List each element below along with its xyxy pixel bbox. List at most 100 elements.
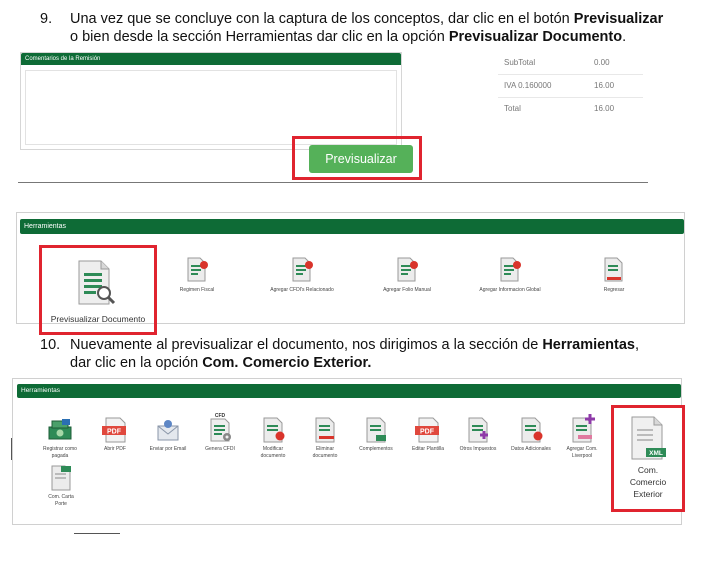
tool-editar-plantilla[interactable]: PDF Editar Plantilla (405, 417, 451, 453)
tool-label: Com. Carta (48, 494, 74, 500)
xml-icon-text: XML (649, 450, 663, 457)
tool-label: Registrar como (43, 446, 77, 452)
tool-label: Eliminar (315, 446, 335, 452)
tool-label: Editar Plantilla (412, 446, 444, 452)
divider (74, 533, 120, 534)
document-plus-icon (468, 417, 488, 443)
step-text-part: . (622, 29, 627, 45)
document-delete-icon (315, 417, 335, 443)
totals-label: SubTotal (504, 58, 536, 67)
step-text-bold: Com. Comercio Exterior. (202, 355, 372, 371)
tool-regimen-fiscal[interactable]: Regimen Fiscal (167, 257, 227, 294)
tool-label: Agregar Com. (566, 446, 598, 452)
totals-row: SubTotal 0.00 (498, 52, 643, 75)
preview-document-highlight[interactable]: Previsualizar Documento (39, 245, 157, 335)
document-plus-icon (572, 414, 595, 443)
step-text-part: Nuevamente al previsualizar el documento… (70, 337, 543, 353)
com-comercio-exterior-highlight[interactable]: XML Com. Comercio Exterior (611, 405, 685, 512)
tool-enviar-email[interactable]: Enviar por Email (143, 417, 193, 453)
tool-label: Complementos (359, 446, 393, 452)
pdf-icon: PDF (102, 417, 126, 443)
tools-panel-2: Herramientas Registrar como pagada PDF A… (12, 378, 685, 525)
totals-value: 16.00 (594, 81, 615, 90)
document-edit-icon (187, 257, 208, 282)
totals-row: Total 16.00 (498, 98, 643, 120)
document-add-icon (51, 465, 71, 491)
tool-agregar-informacion-global[interactable]: Agregar Informacion Global (467, 257, 553, 294)
tool-label: Porte (55, 501, 67, 507)
xml-document-icon: XML (631, 416, 666, 460)
tool-regresar[interactable]: Regresar (589, 257, 639, 294)
tools-panel-1: Herramientas Previsualizar Documento Reg… (16, 212, 685, 335)
step-text-part: dar clic en la opción (70, 355, 203, 371)
pdf-icon: PDF (415, 417, 439, 443)
preview-document-label: Previsualizar Documento (50, 314, 146, 324)
tool-complementos[interactable]: Complementos (353, 417, 399, 453)
step-10-instruction: 10. Nuevamente al previsualizar el docum… (40, 336, 720, 376)
document-edit-icon (500, 257, 521, 282)
tool-label: Otros Impuestos (459, 446, 497, 452)
pdf-icon-text: PDF (420, 429, 435, 436)
tool-modificar-documento[interactable]: Modificar documento (251, 417, 295, 460)
totals-value: 0.00 (594, 58, 610, 67)
tool-label: Agregar Informacion Global (479, 287, 541, 293)
divider (18, 182, 648, 183)
tool-agregar-folio-manual[interactable]: Agregar Folio Manual (372, 257, 442, 294)
step-number: 10. (40, 337, 61, 353)
cfd-icon-text: CFD (215, 413, 226, 419)
tool-registrar-pagada[interactable]: Registrar como pagada (35, 417, 85, 460)
preview-button-highlight: Previsualizar (292, 136, 422, 180)
tool-abrir-pdf[interactable]: PDF Abrir PDF (93, 417, 137, 453)
step-9-instruction: 9. Una vez que se concluye con la captur… (40, 10, 720, 50)
label-line: Com. (637, 465, 659, 475)
tool-genera-cfdi[interactable]: CFD Genera CFDI (198, 411, 242, 453)
totals-value: 16.00 (594, 104, 615, 113)
preview-document-icon (77, 260, 117, 306)
tool-agregar-com-liverpool[interactable]: Agregar Com. Liverpool (559, 413, 605, 460)
tool-datos-adicionales[interactable]: Datos Adicionales (507, 417, 555, 453)
document-edit-icon (397, 257, 418, 282)
step-text-bold: Previsualizar (573, 11, 664, 27)
tool-label: pagada (51, 453, 69, 459)
document-edit-icon (521, 417, 543, 443)
document-add-icon (366, 417, 386, 443)
tools-title: Herramientas (17, 384, 681, 398)
step-text: Nuevamente al previsualizar el documento… (70, 336, 720, 372)
label-line: Comercio (629, 477, 667, 487)
step-text-part: Una vez que se concluye con la captura d… (70, 11, 574, 27)
step-text-part: o bien desde la sección Herramientas dar… (70, 29, 449, 45)
tool-label: Enviar por Email (149, 446, 187, 452)
step-text-bold: Herramientas (542, 337, 635, 353)
comments-textarea[interactable] (25, 70, 397, 145)
money-icon (48, 419, 72, 440)
tool-label: Abrir PDF (104, 446, 126, 452)
cfdi-gear-icon: CFD (210, 413, 231, 442)
preview-button[interactable]: Previsualizar (309, 145, 413, 173)
tool-label: Datos Adicionales (511, 446, 551, 452)
tools-title: Herramientas (20, 219, 684, 234)
remision-screenshot: Comentarios de la Remisión SubTotal 0.00… (18, 48, 698, 188)
tool-agregar-cfdi-relacionado[interactable]: Agregar CFDI's Relacionado (262, 257, 342, 294)
tool-label: documento (312, 453, 338, 459)
comments-title: Comentarios de la Remisión (21, 53, 401, 65)
tool-label: Liverpool (571, 453, 593, 459)
tool-label: Genera CFDI (205, 446, 235, 452)
totals-label: Total (504, 104, 521, 113)
totals-table: SubTotal 0.00 IVA 0.160000 16.00 Total 1… (498, 52, 643, 120)
step-text: Una vez que se concluye con la captura d… (70, 10, 720, 46)
tool-label: Regresar (603, 287, 625, 293)
step-number: 9. (40, 11, 53, 27)
totals-row: IVA 0.160000 16.00 (498, 75, 643, 98)
document-edit-icon (263, 417, 285, 443)
pdf-icon-text: PDF (107, 429, 122, 436)
tool-label: documento (260, 453, 286, 459)
tool-otros-impuestos[interactable]: Otros Impuestos (455, 417, 501, 453)
email-icon (157, 420, 179, 441)
tool-label: Modificar (262, 446, 284, 452)
tool-com-carta-porte[interactable]: Com. Carta Porte (41, 465, 81, 508)
tool-label: Regimen Fiscal (179, 287, 215, 293)
tool-eliminar-documento[interactable]: Eliminar documento (303, 417, 347, 460)
step-text-bold: Previsualizar Documento (448, 29, 623, 45)
com-comercio-exterior-label: Com. Comercio Exterior (614, 464, 682, 500)
document-return-icon (604, 257, 623, 282)
